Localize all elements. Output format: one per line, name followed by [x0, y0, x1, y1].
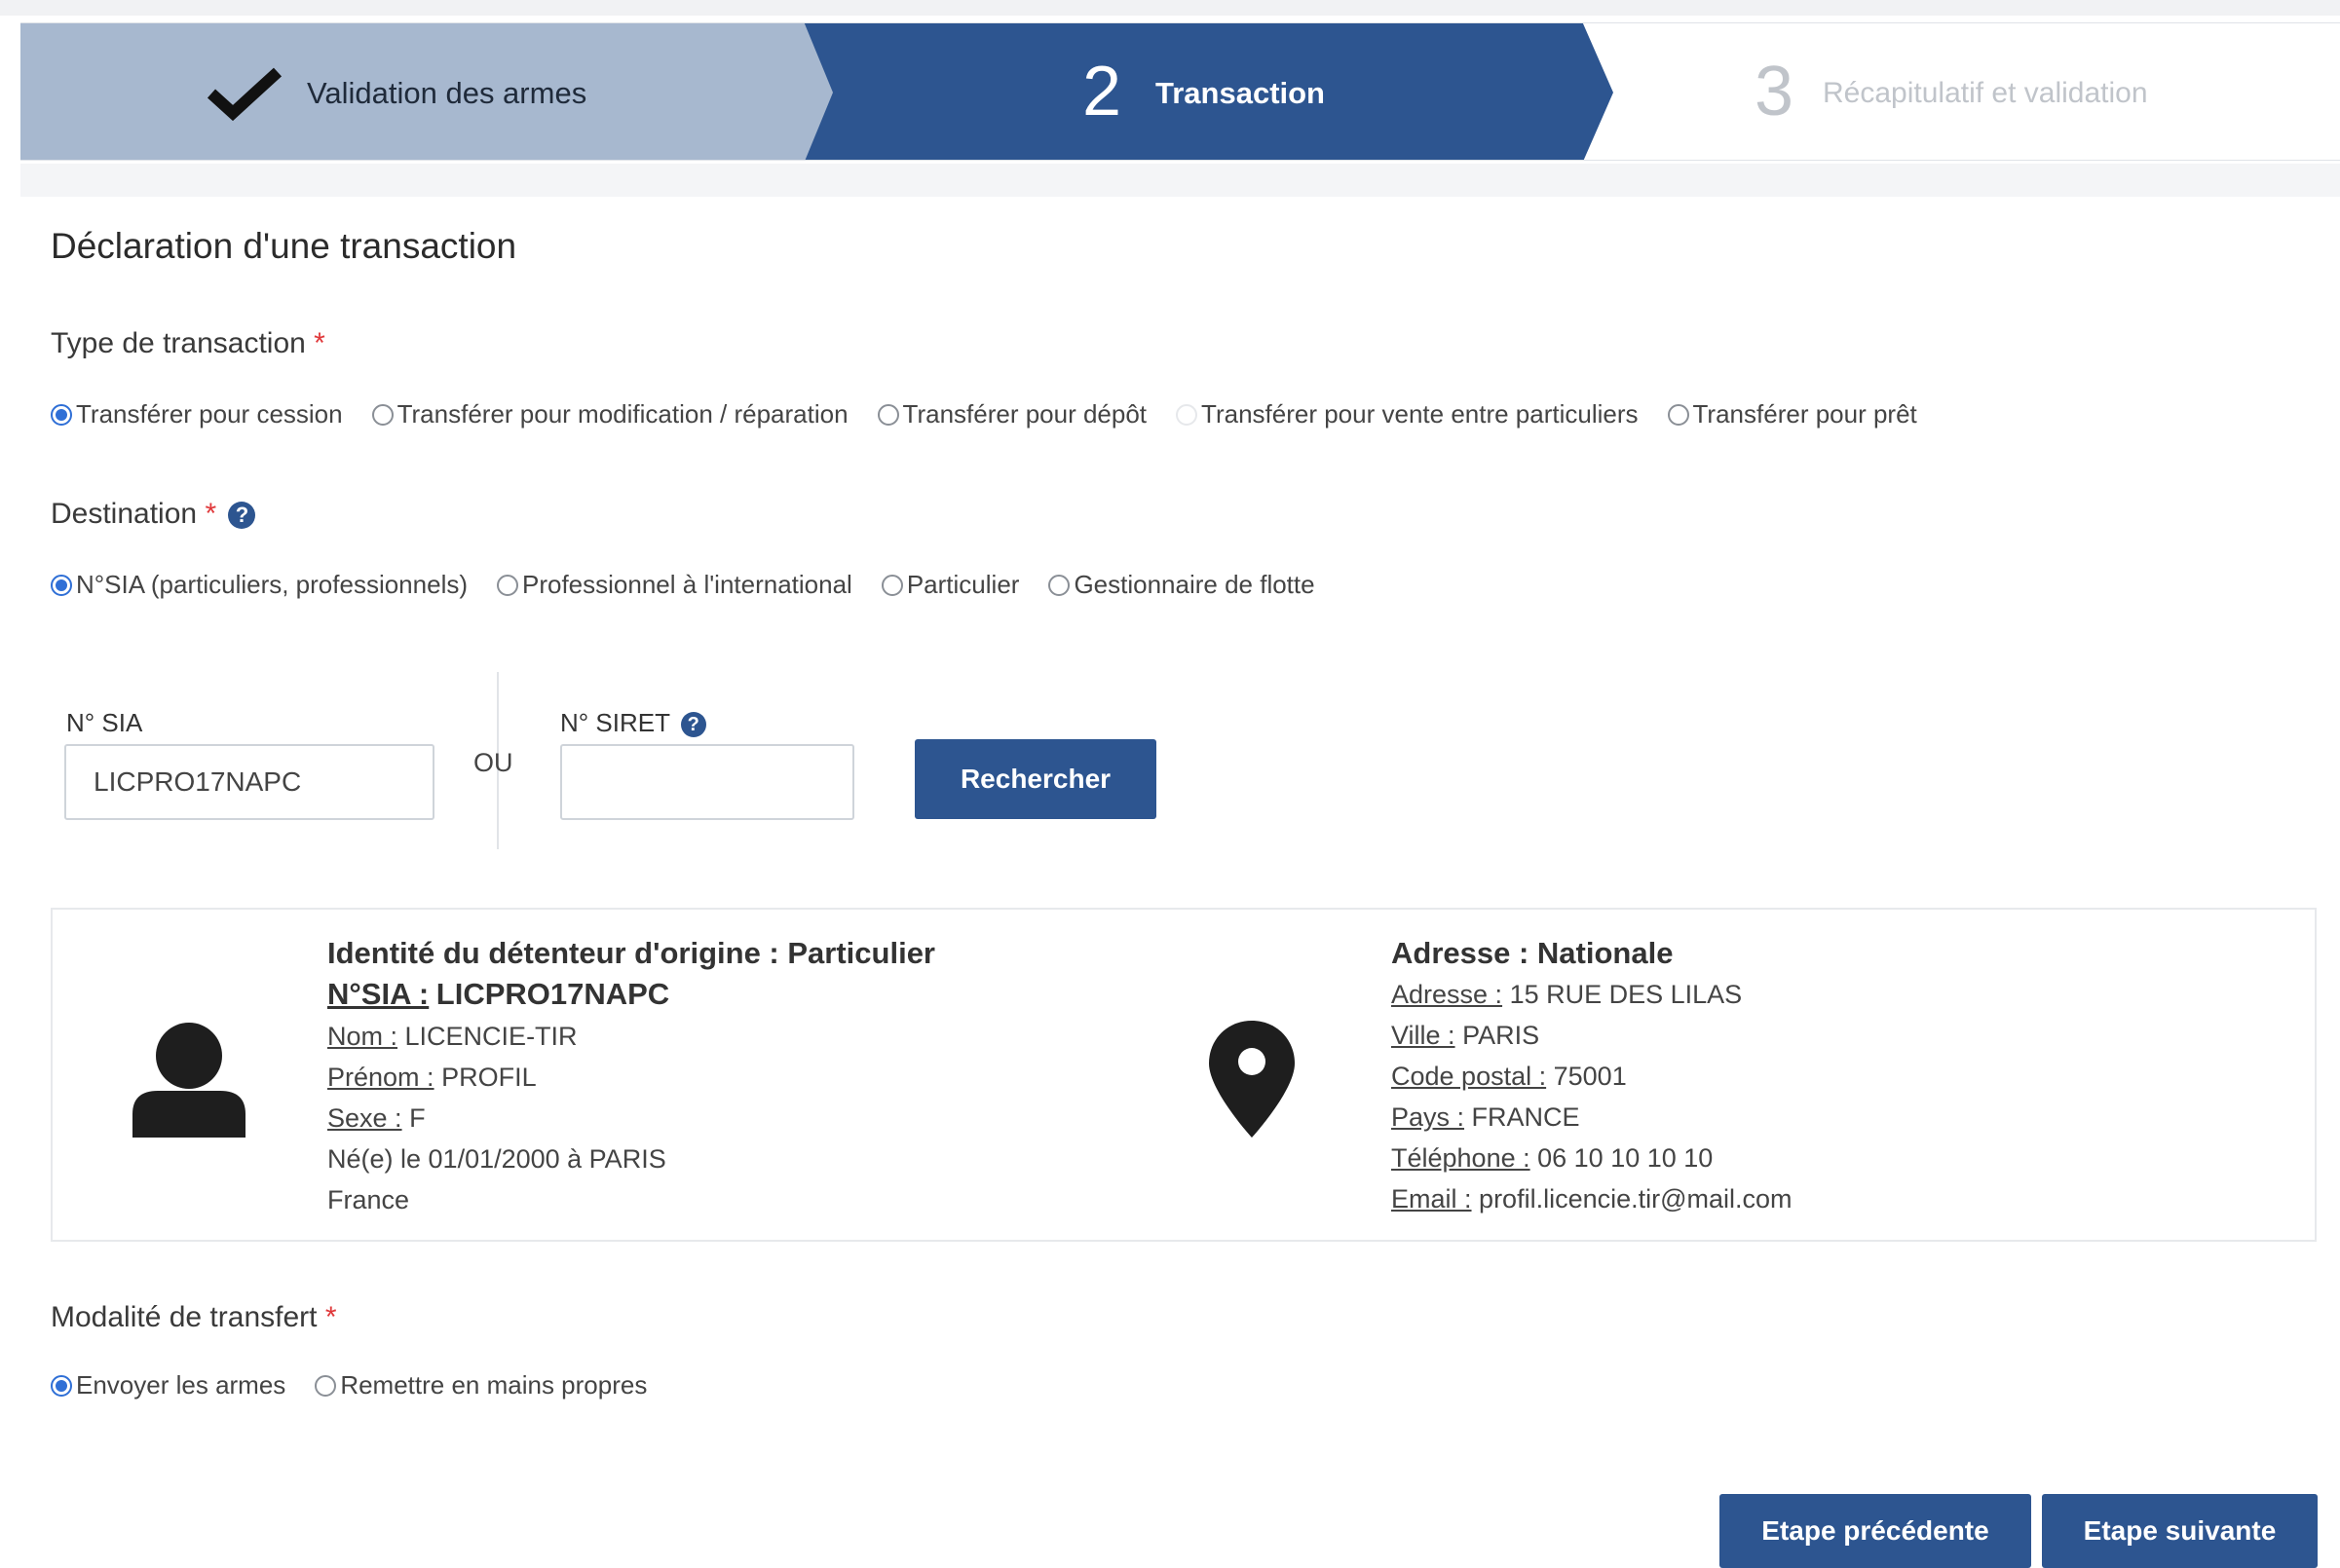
radio-button[interactable]	[497, 574, 518, 596]
radio-label: N°SIA (particuliers, professionnels)	[76, 570, 468, 599]
holder-born: Né(e) le 01/01/2000 à PARIS	[327, 1144, 666, 1174]
holder-sexe-value: F	[409, 1103, 426, 1133]
radio-option-nsia[interactable]: N°SIA (particuliers, professionnels)	[51, 570, 468, 600]
radio-label: Transférer pour vente entre particuliers	[1201, 399, 1639, 429]
holder-heading: Identité du détenteur d'origine : Partic…	[327, 936, 935, 970]
postal-code-label: Code postal :	[1391, 1062, 1547, 1091]
radio-label: Gestionnaire de flotte	[1074, 570, 1315, 599]
city-label: Ville :	[1391, 1021, 1455, 1050]
holder-country: France	[327, 1185, 410, 1214]
holder-sia-label: N°SIA :	[327, 977, 430, 1011]
destination-text: Destination	[51, 498, 198, 530]
required-mark: *	[324, 1301, 337, 1333]
radio-label: Transférer pour modification / réparatio…	[396, 399, 849, 429]
radio-button[interactable]	[315, 1374, 337, 1397]
siret-field-label: N° SIRET ?	[560, 708, 706, 738]
transfer-mode-label: Modalité de transfert *	[51, 1301, 337, 1334]
radio-label: Particulier	[906, 570, 1020, 599]
radio-button[interactable]	[51, 574, 72, 596]
step-label: Validation des armes	[307, 76, 587, 110]
radio-option-international[interactable]: Professionnel à l'international	[497, 570, 852, 600]
radio-option-gestionnaire[interactable]: Gestionnaire de flotte	[1048, 570, 1315, 600]
radio-label: Envoyer les armes	[76, 1370, 286, 1400]
country-value: FRANCE	[1471, 1102, 1580, 1132]
holder-sexe-label: Sexe :	[327, 1103, 402, 1133]
radio-button[interactable]	[1176, 403, 1198, 426]
help-icon[interactable]: ?	[228, 502, 256, 530]
radio-button[interactable]	[1667, 403, 1689, 426]
section-divider	[20, 164, 2340, 197]
radio-label: Transférer pour prêt	[1692, 399, 1917, 429]
radio-button[interactable]	[1048, 574, 1071, 596]
transfer-mode-options: Envoyer les armes Remettre en mains prop…	[51, 1370, 676, 1400]
transaction-type-options: Transférer pour cession Transférer pour …	[51, 399, 1946, 429]
phone-label: Téléphone :	[1391, 1143, 1530, 1173]
help-icon[interactable]: ?	[680, 712, 706, 738]
radio-button[interactable]	[51, 403, 72, 426]
page-title: Déclaration d'une transaction	[51, 226, 517, 266]
email-value: profil.licencie.tir@mail.com	[1479, 1184, 1793, 1213]
step-transaction[interactable]: 2 Transaction	[795, 23, 1613, 160]
required-mark: *	[205, 498, 217, 530]
city-value: PARIS	[1462, 1021, 1540, 1050]
holder-identity: Identité du détenteur d'origine : Partic…	[327, 933, 935, 1220]
country-label: Pays :	[1391, 1102, 1465, 1132]
radio-option-modification[interactable]: Transférer pour modification / réparatio…	[371, 399, 849, 429]
step-label: Récapitulatif et validation	[1823, 77, 2148, 109]
step-number: 2	[1082, 53, 1122, 131]
radio-option-remettre[interactable]: Remettre en mains propres	[315, 1370, 647, 1400]
holder-prenom-label: Prénom :	[327, 1063, 434, 1092]
address-label: Adresse :	[1391, 980, 1503, 1009]
transaction-type-text: Type de transaction	[51, 327, 306, 359]
map-pin-icon	[1209, 1021, 1295, 1138]
transaction-type-label: Type de transaction *	[51, 327, 325, 360]
next-step-button[interactable]: Etape suivante	[2042, 1494, 2318, 1568]
radio-option-depot[interactable]: Transférer pour dépôt	[877, 399, 1148, 429]
radio-label: Professionnel à l'international	[522, 570, 852, 599]
radio-button[interactable]	[881, 574, 903, 596]
email-label: Email :	[1391, 1184, 1472, 1213]
sia-input[interactable]: LICPRO17NAPC	[64, 744, 434, 820]
step-validation-armes[interactable]: Validation des armes	[20, 23, 833, 160]
step-number: 3	[1755, 53, 1794, 131]
radio-option-pret[interactable]: Transférer pour prêt	[1667, 399, 1917, 429]
transfer-mode-text: Modalité de transfert	[51, 1301, 318, 1333]
user-icon	[132, 1023, 245, 1138]
step-label: Transaction	[1155, 76, 1325, 110]
address-heading: Adresse : Nationale	[1391, 936, 1674, 970]
previous-step-button[interactable]: Etape précédente	[1719, 1494, 2031, 1568]
checkmark-icon	[207, 67, 283, 122]
required-mark: *	[314, 327, 325, 359]
radio-option-vente-particuliers[interactable]: Transférer pour vente entre particuliers	[1176, 399, 1639, 429]
radio-button[interactable]	[51, 1374, 72, 1397]
radio-option-cession[interactable]: Transférer pour cession	[51, 399, 343, 429]
holder-sia-value: LICPRO17NAPC	[435, 977, 670, 1011]
radio-button[interactable]	[371, 403, 394, 426]
radio-option-particulier[interactable]: Particulier	[881, 570, 1020, 600]
holder-nom-value: LICENCIE-TIR	[404, 1022, 578, 1051]
radio-label: Transférer pour dépôt	[902, 399, 1148, 429]
radio-button[interactable]	[877, 403, 899, 426]
destination-options: N°SIA (particuliers, professionnels) Pro…	[51, 570, 1344, 600]
holder-nom-label: Nom :	[327, 1022, 398, 1051]
radio-label: Remettre en mains propres	[340, 1370, 648, 1400]
step-recapitulatif[interactable]: 3 Récapitulatif et validation	[1589, 23, 2340, 160]
radio-label: Transférer pour cession	[76, 399, 343, 429]
siret-label-text: N° SIRET	[560, 708, 670, 737]
search-button[interactable]: Rechercher	[915, 739, 1156, 819]
holder-address: Adresse : Nationale Adresse : 15 RUE DES…	[1391, 933, 1793, 1219]
destination-label: Destination * ?	[51, 498, 256, 531]
phone-value: 06 10 10 10 10	[1537, 1143, 1714, 1173]
top-strip	[0, 0, 2340, 16]
postal-code-value: 75001	[1553, 1062, 1627, 1091]
holder-prenom-value: PROFIL	[441, 1063, 537, 1092]
address-value: 15 RUE DES LILAS	[1509, 980, 1743, 1009]
stepper: Validation des armes 2 Transaction 3 Réc…	[20, 22, 2340, 161]
sia-field-label: N° SIA	[66, 708, 143, 737]
radio-option-envoyer[interactable]: Envoyer les armes	[51, 1370, 285, 1400]
siret-input[interactable]	[560, 744, 854, 820]
or-text: OU	[473, 748, 513, 777]
